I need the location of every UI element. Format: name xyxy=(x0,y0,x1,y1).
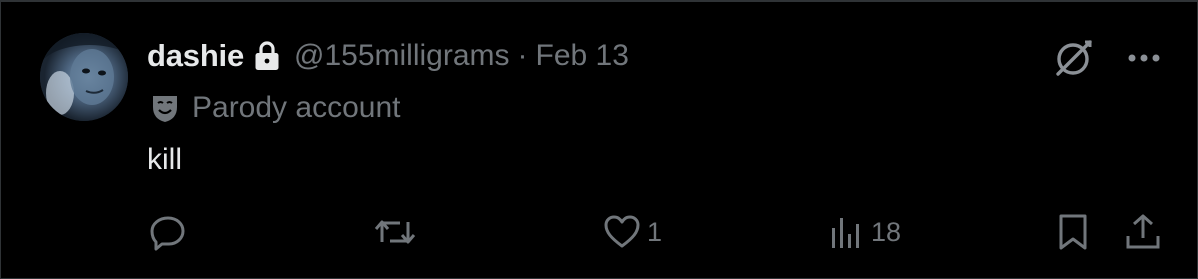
bookmark-button[interactable] xyxy=(1056,207,1090,257)
reply-button[interactable] xyxy=(148,207,194,257)
theater-mask-icon xyxy=(150,93,180,123)
heart-icon xyxy=(603,212,641,252)
more-options-icon[interactable] xyxy=(1124,36,1164,80)
views-button[interactable]: 18 xyxy=(829,207,901,257)
tweet-header: dashie @155milligrams · Feb 13 xyxy=(147,36,629,76)
user-handle[interactable]: @155milligrams xyxy=(294,39,510,73)
share-button[interactable] xyxy=(1124,207,1162,257)
tweet-card[interactable]: dashie @155milligrams · Feb 13 Parody ac… xyxy=(0,0,1198,279)
display-name[interactable]: dashie xyxy=(147,38,244,74)
share-icon xyxy=(1124,212,1162,252)
views-count: 18 xyxy=(871,216,902,247)
tweet-date[interactable]: Feb 13 xyxy=(536,39,629,73)
like-count: 1 xyxy=(647,216,663,247)
grok-icon[interactable] xyxy=(1052,36,1096,80)
separator: · xyxy=(517,39,528,72)
parody-label: Parody account xyxy=(150,88,400,128)
reply-icon xyxy=(148,212,188,252)
avatar[interactable] xyxy=(40,33,128,121)
repost-icon xyxy=(373,212,417,252)
like-button[interactable]: 1 xyxy=(603,207,662,257)
parody-label-text: Parody account xyxy=(192,91,401,124)
bar-chart-icon xyxy=(829,212,865,252)
bookmark-icon xyxy=(1056,212,1090,252)
repost-button[interactable] xyxy=(373,207,423,257)
tweet-text: kill xyxy=(147,143,182,176)
tweet-actions-bar: 1 18 xyxy=(0,207,1198,257)
lock-icon xyxy=(254,40,280,72)
tweet-top-actions xyxy=(1052,36,1164,80)
